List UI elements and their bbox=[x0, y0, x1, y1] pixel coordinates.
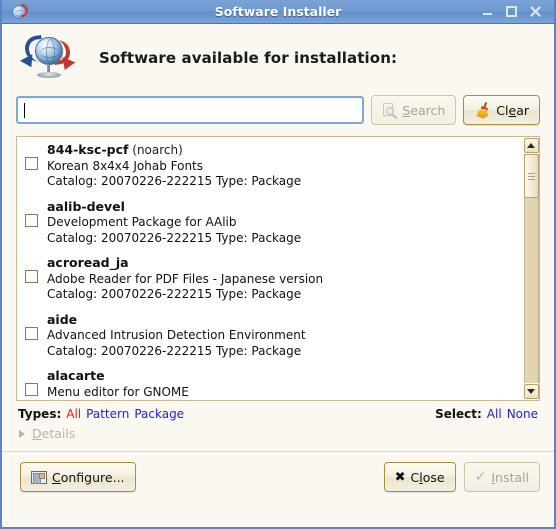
types-option-pattern[interactable]: Pattern bbox=[86, 407, 129, 421]
footer: Configure... ✖ Close ✓ Install bbox=[2, 452, 554, 492]
package-meta: Catalog: 20070226-222215 Type: Package bbox=[47, 230, 302, 245]
configure-button[interactable]: Configure... bbox=[20, 462, 136, 492]
package-list[interactable]: 844-ksc-pcf (noarch) Korean 8x4x4 Johab … bbox=[17, 137, 522, 400]
broom-icon bbox=[474, 101, 491, 119]
package-name: 844-ksc-pcf bbox=[47, 142, 129, 157]
package-summary: Adobe Reader for PDF Files - Japanese ve… bbox=[47, 271, 324, 286]
list-item[interactable]: 844-ksc-pcf (noarch) Korean 8x4x4 Johab … bbox=[17, 142, 522, 190]
minimize-icon[interactable] bbox=[481, 5, 494, 18]
scroll-down-icon[interactable] bbox=[523, 384, 539, 399]
package-checkbox[interactable] bbox=[25, 157, 38, 170]
window-title: Software Installer bbox=[214, 4, 342, 19]
scrollbar-thumb[interactable] bbox=[523, 154, 539, 198]
text-caret bbox=[24, 102, 25, 118]
package-name: acroread_ja bbox=[47, 255, 129, 270]
package-checkbox[interactable] bbox=[25, 270, 38, 283]
types-label: Types: bbox=[18, 407, 62, 421]
package-arch: (noarch) bbox=[132, 143, 183, 157]
clear-button-label: Clear bbox=[496, 102, 529, 118]
list-item[interactable]: aalib-devel Development Package for AAli… bbox=[17, 199, 522, 247]
package-summary: Korean 8x4x4 Johab Fonts bbox=[47, 158, 204, 173]
globe-sync-icon bbox=[10, 3, 28, 21]
package-checkbox[interactable] bbox=[25, 383, 38, 396]
page-title: Software available for installation: bbox=[99, 49, 398, 67]
close-button[interactable]: ✖ Close bbox=[383, 462, 456, 492]
select-label: Select: bbox=[435, 407, 482, 421]
search-icon bbox=[382, 102, 398, 119]
maximize-icon[interactable] bbox=[505, 5, 518, 18]
package-list-container: 844-ksc-pcf (noarch) Korean 8x4x4 Johab … bbox=[16, 136, 540, 401]
configure-button-label: Configure... bbox=[52, 469, 125, 485]
package-meta: Catalog: 20070226-222215 Type: Package bbox=[47, 174, 302, 188]
details-expander[interactable]: Details bbox=[2, 421, 554, 441]
package-name: aide bbox=[47, 311, 78, 327]
search-button-label: Search bbox=[402, 102, 446, 118]
list-item[interactable]: alacarte Menu editor for GNOME bbox=[17, 368, 522, 400]
title-bar: Software Installer bbox=[2, 0, 554, 24]
package-summary: Development Package for AAlib bbox=[47, 215, 237, 229]
package-meta: Catalog: 20070226-222215 Type: Package bbox=[47, 343, 302, 358]
close-button-label: Close bbox=[410, 469, 445, 485]
search-button[interactable]: Search bbox=[371, 95, 457, 125]
clear-button[interactable]: Clear bbox=[463, 95, 540, 125]
globe-download-icon bbox=[20, 34, 78, 82]
window-config-icon bbox=[31, 470, 47, 484]
select-option-none[interactable]: None bbox=[507, 407, 538, 421]
package-meta: Catalog: 20070226-222215 Type: Package bbox=[47, 287, 302, 301]
types-option-package[interactable]: Package bbox=[134, 407, 184, 421]
scrollbar-track[interactable] bbox=[523, 154, 539, 383]
install-button[interactable]: ✓ Install bbox=[463, 462, 540, 492]
check-icon: ✓ bbox=[474, 469, 487, 485]
header: Software available for installation: bbox=[2, 24, 554, 90]
x-icon: ✖ bbox=[394, 469, 406, 485]
details-label: Details bbox=[32, 426, 76, 441]
list-item[interactable]: acroread_ja Adobe Reader for PDF Files -… bbox=[17, 255, 522, 303]
software-installer-window: Software Installer Software available fo… bbox=[0, 0, 556, 529]
package-name: aalib-devel bbox=[47, 198, 125, 214]
scroll-up-icon[interactable] bbox=[523, 138, 539, 153]
list-item[interactable]: aide Advanced Intrusion Detection Enviro… bbox=[17, 312, 522, 360]
package-checkbox[interactable] bbox=[25, 213, 38, 227]
package-summary: Menu editor for GNOME bbox=[47, 384, 189, 399]
types-row: Types: All Pattern Package Select: All N… bbox=[2, 401, 554, 421]
install-button-label: Install bbox=[491, 469, 529, 485]
package-name: alacarte bbox=[47, 368, 105, 383]
window-controls bbox=[481, 5, 548, 18]
chevron-right-icon bbox=[19, 429, 25, 438]
select-option-all[interactable]: All bbox=[487, 407, 502, 421]
search-input[interactable] bbox=[16, 96, 365, 124]
list-scrollbar[interactable] bbox=[522, 137, 539, 400]
package-checkbox[interactable] bbox=[25, 326, 38, 340]
scrollbar-grip bbox=[527, 171, 535, 182]
close-icon[interactable] bbox=[529, 5, 542, 18]
package-summary: Advanced Intrusion Detection Environment bbox=[47, 328, 306, 342]
search-row: Search Clear bbox=[2, 90, 554, 130]
types-option-all[interactable]: All bbox=[66, 407, 81, 421]
